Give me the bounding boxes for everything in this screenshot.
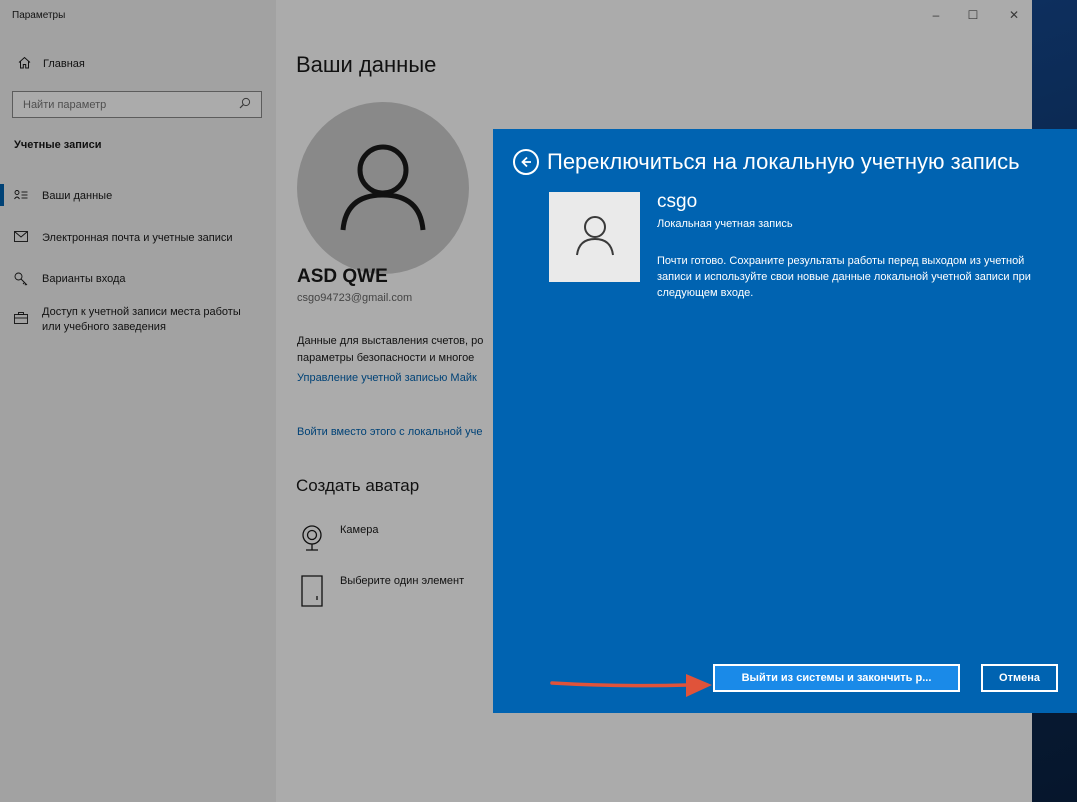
account-type: Локальная учетная запись	[657, 218, 793, 230]
dialog-message: Почти готово. Сохраните результаты работ…	[657, 255, 1031, 299]
dialog-header: Переключиться на локальную учетную запис…	[513, 149, 1020, 175]
cancel-button[interactable]: Отмена	[981, 664, 1058, 692]
switch-local-account-dialog: Переключиться на локальную учетную запис…	[493, 129, 1077, 713]
account-picture	[549, 192, 640, 282]
sign-out-finish-button[interactable]: Выйти из системы и закончить р...	[713, 664, 960, 692]
back-arrow-icon[interactable]	[513, 149, 539, 175]
dialog-title: Переключиться на локальную учетную запис…	[547, 149, 1020, 174]
person-icon	[575, 214, 615, 261]
account-name: csgo	[657, 191, 698, 212]
